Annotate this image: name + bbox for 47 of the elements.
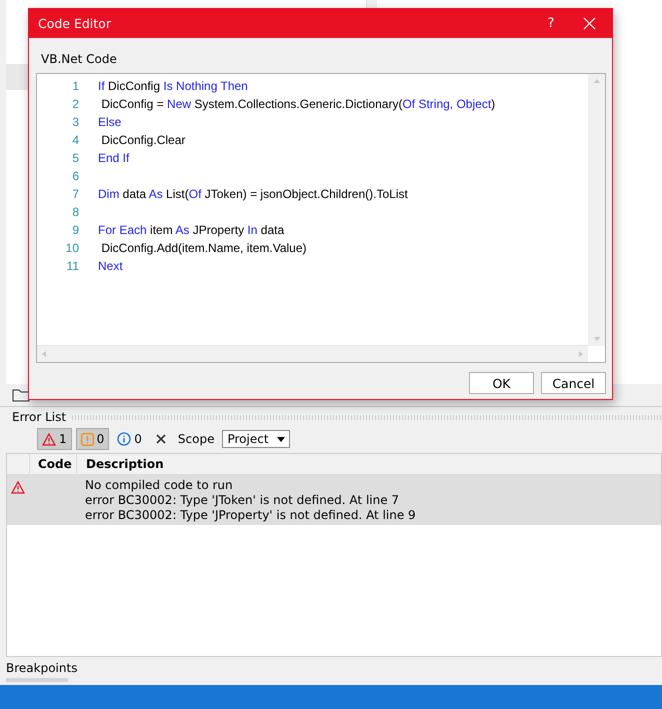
line-number: 2 xyxy=(71,97,79,111)
horizontal-scrollbar[interactable] xyxy=(37,345,588,362)
panel-title: Error List xyxy=(12,410,66,424)
code-line: Dim data As List(Of JToken) = jsonObject.Children().ToList xyxy=(98,187,408,201)
code-line: DicConfig.Clear xyxy=(100,133,186,147)
folder-icon xyxy=(12,388,30,402)
dialog-button[interactable]: Cancel xyxy=(541,372,606,394)
code-line: Next xyxy=(98,259,123,273)
section-label: VB.Net Code xyxy=(41,52,118,68)
clear-icon[interactable] xyxy=(156,434,166,444)
code-line: For Each item As JProperty In data xyxy=(98,223,284,237)
dialog-button[interactable]: OK xyxy=(469,372,534,394)
line-number: 11 xyxy=(66,259,79,273)
line-number: 1 xyxy=(71,79,79,93)
scope-dropdown[interactable]: Project xyxy=(222,430,290,448)
line-number: 8 xyxy=(71,205,79,219)
line-number: 10 xyxy=(64,241,79,255)
filter-button[interactable]: 0 xyxy=(113,428,146,450)
line-number: 4 xyxy=(71,133,79,147)
scope-label: Scope xyxy=(178,432,214,446)
vertical-scrollbar[interactable] xyxy=(588,74,605,346)
code-line: DicConfig.Add(item.Name, item.Value) xyxy=(100,241,307,255)
column-header[interactable]: Description xyxy=(77,454,164,474)
line-number: 3 xyxy=(71,115,79,129)
line-number: 7 xyxy=(71,187,79,201)
info-icon xyxy=(117,432,132,446)
error-row[interactable]: No compiled code to run error BC30002: Type 'JToken' is not defined. At line 7 error BC30002: Type 'JProperty' is not defined. At line 9 xyxy=(7,475,661,525)
code-line: End If xyxy=(98,151,130,165)
line-number: 9 xyxy=(71,223,79,237)
panel-title: Breakpoints xyxy=(6,661,78,675)
filter-button[interactable]: 1 xyxy=(37,428,72,450)
warning-triangle-icon xyxy=(11,481,25,494)
line-number: 5 xyxy=(71,151,79,165)
help-button[interactable]: ? xyxy=(536,16,566,31)
code-editor[interactable] xyxy=(36,73,606,363)
filter-button[interactable]: 0 xyxy=(76,428,110,450)
error-description: No compiled code to run error BC30002: Type 'JToken' is not defined. At line 7 error BC30002: Type 'JProperty' is not defined. At line 9 xyxy=(84,477,416,523)
column-header[interactable]: Code xyxy=(30,454,77,474)
selected-row-highlight[interactable] xyxy=(6,64,28,90)
code-line: If DicConfig Is Nothing Then xyxy=(98,79,248,93)
code-line: DicConfig = New System.Collections.Generic.Dictionary(Of String, Object) xyxy=(100,97,496,111)
line-number: 6 xyxy=(71,169,79,183)
exclamation-icon xyxy=(80,432,94,446)
warning-triangle-icon xyxy=(42,432,56,446)
dialog-title: Code Editor xyxy=(38,16,112,31)
code-line: Else xyxy=(98,115,122,129)
dropdown-arrow-icon xyxy=(277,436,286,442)
